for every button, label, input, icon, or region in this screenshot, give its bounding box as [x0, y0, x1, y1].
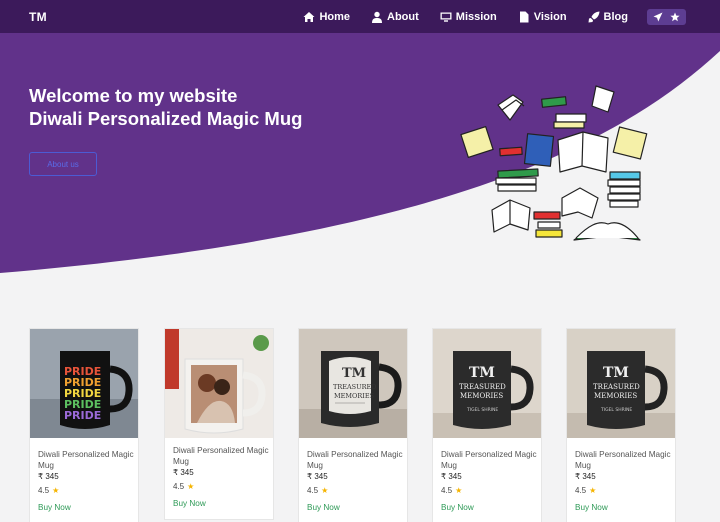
svg-text:TIGEL SHRINE: TIGEL SHRINE — [466, 407, 498, 413]
product-image-treasured-memories-mug[interactable]: TM TREASURED MEMORIES — [299, 329, 407, 438]
svg-text:TREASURED: TREASURED — [593, 383, 640, 391]
product-price: ₹ 345 — [441, 472, 462, 481]
monitor-icon — [440, 12, 452, 22]
hero-title-line1: Welcome to my website — [29, 85, 238, 106]
buy-now-link[interactable]: Buy Now — [38, 503, 71, 512]
product-price: ₹ 345 — [575, 472, 596, 481]
rocket-icon — [588, 11, 600, 22]
product-rating: 4.5 ★ — [307, 486, 328, 495]
buy-now-link[interactable]: Buy Now — [173, 499, 206, 508]
product-rating: 4.5 ★ — [173, 482, 194, 491]
svg-text:TREASURED: TREASURED — [333, 383, 376, 391]
buy-now-link[interactable]: Buy Now — [441, 503, 474, 512]
svg-text:TREASURED: TREASURED — [459, 383, 506, 391]
rating-value: 4.5 — [575, 486, 587, 495]
star-icon: ★ — [321, 486, 329, 495]
product-card[interactable]: TM TREASURED MEMORIES Diwali Personalize… — [298, 328, 408, 522]
svg-text:TM: TM — [342, 366, 366, 381]
product-title: Diwali Personalized Magic Mug — [575, 450, 671, 470]
star-icon: ★ — [589, 486, 597, 495]
svg-text:TM: TM — [469, 365, 495, 381]
svg-text:TM: TM — [603, 365, 629, 381]
nav-item-mission[interactable]: Mission — [440, 11, 497, 23]
product-rating: 4.5 ★ — [575, 486, 596, 495]
product-image-treasured-memories-mug-dark[interactable]: TM TREASURED MEMORIES TIGEL SHRINE — [567, 329, 675, 438]
nav-social-icons — [647, 8, 686, 25]
product-title: Diwali Personalized Magic Mug — [38, 450, 134, 470]
nav-item-label: Mission — [455, 10, 497, 23]
star-icon: ★ — [187, 482, 195, 491]
nav-links: Home About Mission Vision Blog — [282, 0, 686, 33]
nav-item-home[interactable]: Home — [303, 11, 350, 23]
product-card[interactable]: PRIDE PRIDE PRIDE PRIDE PRIDE Diwali Per… — [29, 328, 139, 522]
brand-logo[interactable]: TM — [29, 10, 47, 24]
rating-value: 4.5 — [173, 482, 185, 491]
star-icon: ★ — [455, 486, 463, 495]
rating-value: 4.5 — [307, 486, 319, 495]
product-price: ₹ 345 — [307, 472, 328, 481]
svg-text:PRIDE: PRIDE — [64, 409, 101, 422]
product-rating: 4.5 ★ — [441, 486, 462, 495]
star-icon: ★ — [52, 486, 60, 495]
nav-item-vision[interactable]: Vision — [518, 11, 567, 23]
nav-item-label: Vision — [533, 10, 567, 23]
product-price: ₹ 345 — [38, 472, 59, 481]
document-icon — [519, 11, 529, 22]
product-image-photo-mug[interactable] — [165, 329, 273, 438]
product-image-treasured-memories-mug-dark[interactable]: TM TREASURED MEMORIES TIGEL SHRINE — [433, 329, 541, 438]
buy-now-link[interactable]: Buy Now — [575, 503, 608, 512]
product-price: ₹ 345 — [173, 468, 194, 477]
product-rating: 4.5 ★ — [38, 486, 59, 495]
home-icon — [303, 11, 315, 22]
svg-text:MEMORIES: MEMORIES — [460, 392, 503, 400]
about-us-button[interactable]: About us — [29, 152, 97, 176]
svg-text:MEMORIES: MEMORIES — [594, 392, 637, 400]
hero-title: Welcome to my website Diwali Personalize… — [29, 84, 302, 130]
rating-value: 4.5 — [441, 486, 453, 495]
product-card[interactable]: Diwali Personalized Magic Mug ₹ 345 4.5 … — [164, 328, 274, 520]
hero-title-line2: Diwali Personalized Magic Mug — [29, 108, 303, 129]
nav-item-about[interactable]: About — [371, 11, 419, 23]
nav-item-label: Blog — [603, 10, 628, 23]
product-image-pride-mug[interactable]: PRIDE PRIDE PRIDE PRIDE PRIDE — [30, 329, 138, 438]
product-title: Diwali Personalized Magic Mug — [307, 450, 403, 470]
svg-text:MEMORIES: MEMORIES — [334, 392, 374, 400]
rating-value: 4.5 — [38, 486, 50, 495]
product-title: Diwali Personalized Magic Mug — [441, 450, 537, 470]
product-title: Diwali Personalized Magic Mug — [173, 446, 269, 466]
product-card[interactable]: TM TREASURED MEMORIES TIGEL SHRINE Diwal… — [566, 328, 676, 522]
books-illustration — [460, 85, 648, 241]
svg-text:TIGEL SHRINE: TIGEL SHRINE — [600, 407, 632, 413]
buy-now-link[interactable]: Buy Now — [307, 503, 340, 512]
user-icon — [372, 11, 383, 23]
nav-item-label: About — [387, 10, 419, 23]
navbar: TM Home About Mission Vision Blog — [0, 0, 720, 33]
nav-item-label: Home — [319, 10, 351, 23]
product-card[interactable]: TM TREASURED MEMORIES TIGEL SHRINE Diwal… — [432, 328, 542, 522]
star-icon[interactable] — [670, 12, 680, 22]
nav-item-blog[interactable]: Blog — [588, 11, 628, 23]
send-icon[interactable] — [653, 12, 663, 22]
